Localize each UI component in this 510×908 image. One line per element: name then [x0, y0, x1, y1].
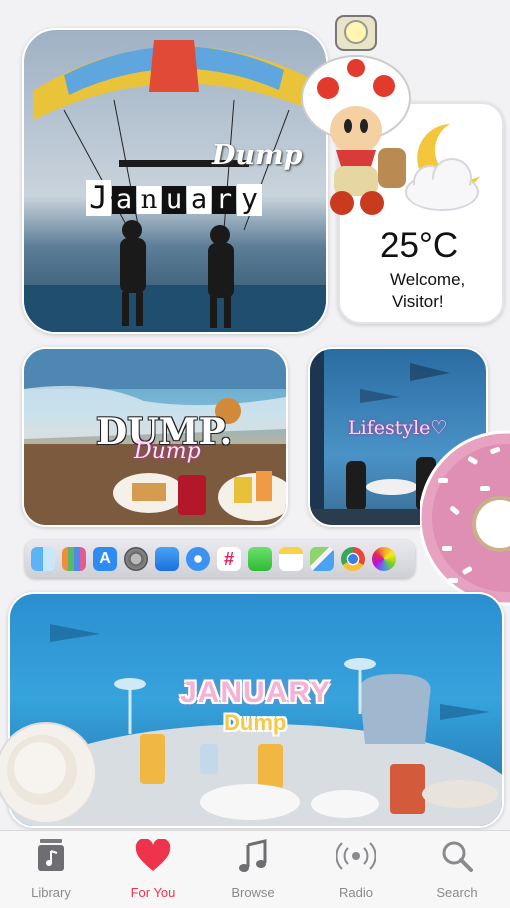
dump-subtitle: Dump	[224, 710, 287, 735]
tab-library-label: Library	[31, 885, 71, 900]
tab-browse-label: Browse	[231, 885, 275, 900]
messages-icon[interactable]	[248, 547, 272, 571]
dump-script-label: Dump	[212, 140, 303, 171]
photo-widget-parasail[interactable]: Dump J a n u a r y	[22, 28, 328, 334]
ransom-letter: n	[137, 186, 161, 214]
ransom-letter: a	[112, 186, 136, 214]
temperature-label: 25°C	[380, 226, 459, 265]
tab-library[interactable]: Library	[11, 839, 91, 900]
finder-icon[interactable]	[31, 547, 55, 571]
tab-for-you[interactable]: For You	[113, 838, 193, 900]
search-icon	[442, 841, 473, 872]
tab-search[interactable]: Search	[417, 839, 497, 900]
coffee-cup-sticker	[0, 722, 97, 824]
settings-icon[interactable]	[124, 547, 148, 571]
music-note-icon	[239, 839, 267, 872]
radio-icon	[335, 842, 377, 870]
ransom-letter: y	[237, 184, 262, 216]
mail-icon[interactable]	[155, 547, 179, 571]
greeting-line-1: Welcome,	[390, 270, 466, 289]
app-store-icon[interactable]: A	[93, 547, 117, 571]
tab-radio[interactable]: Radio	[316, 839, 396, 900]
mac-dock: A #	[25, 540, 415, 578]
safari-icon[interactable]	[186, 547, 210, 571]
library-icon	[38, 839, 64, 871]
ransom-letter: a	[187, 186, 211, 214]
photo-widget-breakfast[interactable]: DUMP. Dump	[22, 347, 288, 527]
photos-icon[interactable]	[372, 547, 396, 571]
ransom-letter: u	[162, 186, 186, 214]
chrome-icon[interactable]	[341, 547, 365, 571]
greeting-line-2: Visitor!	[392, 292, 444, 311]
january-ransom-label: J a n u a r y	[86, 180, 266, 218]
lifestyle-text: Lifestyle	[348, 417, 431, 439]
toad-sticker	[301, 15, 411, 215]
slack-icon[interactable]: #	[217, 547, 241, 571]
maps-icon[interactable]	[310, 547, 334, 571]
tab-search-label: Search	[436, 885, 478, 900]
tab-bar: Library For You Browse Radio Search	[0, 830, 510, 908]
tab-browse[interactable]: Browse	[213, 839, 293, 900]
ransom-letter: r	[212, 186, 236, 214]
launchpad-icon[interactable]	[62, 547, 86, 571]
january-title: JANUARY	[180, 676, 331, 709]
tab-for-you-label: For You	[130, 885, 176, 900]
notes-icon[interactable]	[279, 547, 303, 571]
donut-sticker	[420, 430, 510, 606]
tab-radio-label: Radio	[339, 885, 373, 900]
heart-icon	[135, 838, 171, 871]
dump-script-subtitle: Dump	[134, 439, 201, 464]
ransom-letter: J	[86, 180, 111, 216]
